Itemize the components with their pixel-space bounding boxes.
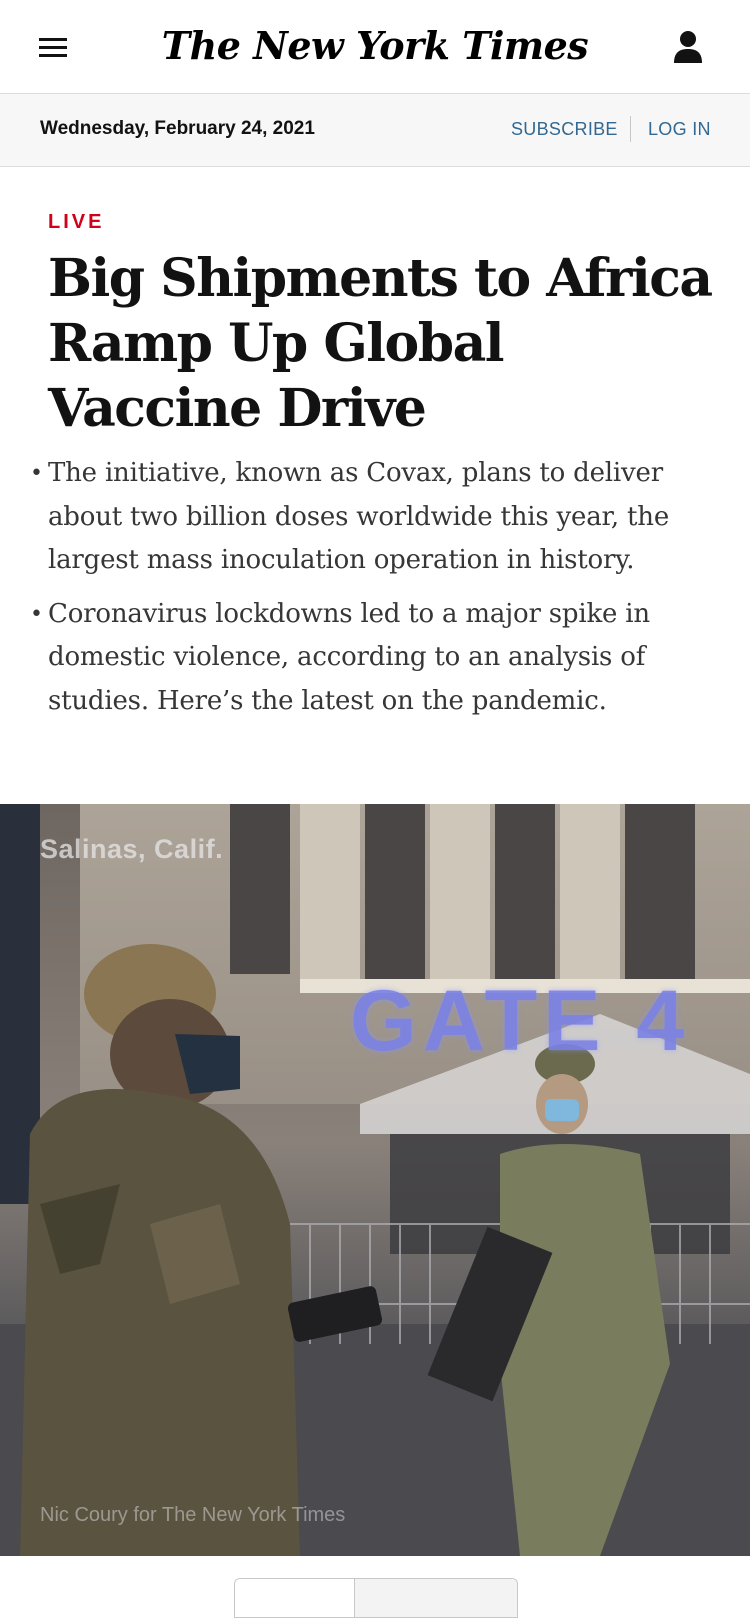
bottom-tab-bar bbox=[234, 1578, 518, 1618]
article-headline[interactable]: Big Shipments to Africa Ramp Up Global V… bbox=[48, 246, 718, 441]
user-account-icon[interactable] bbox=[670, 28, 706, 66]
lead-photo[interactable]: Salinas, Calif. GATE 4 Nic Coury for The… bbox=[0, 804, 750, 1556]
summary-list: • The initiative, known as Covax, plans … bbox=[26, 452, 716, 733]
summary-item: • Coronavirus lockdowns led to a major s… bbox=[26, 593, 716, 724]
divider bbox=[630, 116, 631, 142]
gate-sign: GATE 4 bbox=[350, 973, 691, 1069]
user-silhouette bbox=[674, 31, 702, 63]
login-link[interactable]: LOG IN bbox=[648, 119, 711, 140]
menu-line bbox=[39, 46, 67, 49]
photo-scene bbox=[0, 804, 750, 1556]
masthead: The New York Times bbox=[0, 0, 750, 94]
photo-location: Salinas, Calif. bbox=[40, 834, 224, 864]
summary-item: • The initiative, known as Covax, plans … bbox=[26, 452, 716, 583]
bullet: • bbox=[30, 601, 43, 627]
site-logo[interactable]: The New York Times bbox=[150, 18, 600, 74]
summary-text: The initiative, known as Covax, plans to… bbox=[48, 458, 670, 575]
date-bar: Wednesday, February 24, 2021 SUBSCRIBE L… bbox=[0, 94, 750, 167]
bottom-tab[interactable] bbox=[235, 1579, 355, 1617]
current-date: Wednesday, February 24, 2021 bbox=[40, 118, 315, 139]
live-kicker: LIVE bbox=[48, 211, 105, 233]
hamburger-menu-icon[interactable] bbox=[36, 34, 70, 60]
menu-line bbox=[39, 54, 67, 57]
summary-text: Coronavirus lockdowns led to a major spi… bbox=[48, 598, 650, 716]
photo-credit: Nic Coury for The New York Times bbox=[40, 1504, 346, 1526]
bottom-tab[interactable] bbox=[355, 1579, 517, 1617]
bullet: • bbox=[30, 461, 43, 486]
subscribe-link[interactable]: SUBSCRIBE bbox=[511, 119, 618, 140]
menu-line bbox=[39, 38, 67, 41]
